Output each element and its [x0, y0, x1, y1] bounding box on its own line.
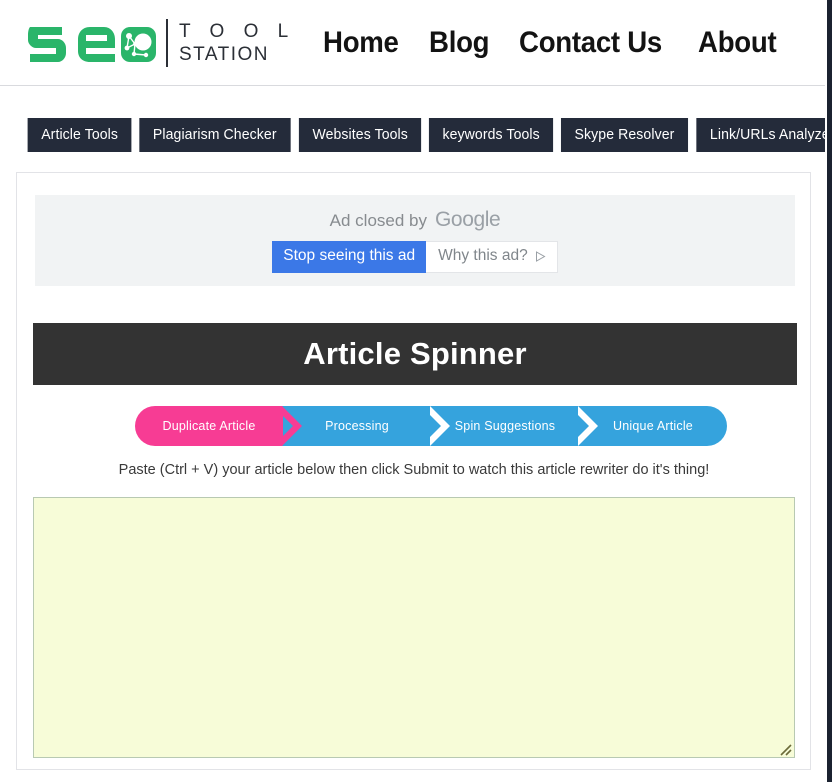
site-header: T O O L STATION Home Blog Contact Us Abo… [0, 0, 827, 86]
ad-slot: Ad closed by Google Stop seeing this ad … [35, 195, 795, 286]
google-logo: Google [435, 208, 501, 232]
site-logo[interactable]: T O O L STATION [22, 15, 295, 71]
step-label: Processing [325, 419, 389, 433]
nav-link-blog[interactable]: Blog [418, 26, 500, 60]
step-unique-article[interactable]: Unique Article [579, 406, 727, 446]
tool-nav-item-skype-resolver[interactable]: Skype Resolver [561, 118, 689, 152]
tool-nav-item-plagiarism-checker[interactable]: Plagiarism Checker [139, 118, 291, 152]
content-card: Ad closed by Google Stop seeing this ad … [16, 172, 811, 770]
ad-closed-label: Ad closed by [329, 211, 427, 231]
tool-nav-item-keywords-tools[interactable]: keywords Tools [429, 118, 554, 152]
nav-link-about[interactable]: About [687, 26, 787, 60]
page-root: T O O L STATION Home Blog Contact Us Abo… [0, 0, 832, 782]
tool-nav-list: Article Tools Plagiarism Checker Website… [26, 118, 832, 152]
step-spin-suggestions[interactable]: Spin Suggestions [431, 406, 599, 446]
tool-nav-item-article-tools[interactable]: Article Tools [27, 118, 132, 152]
logo-wordmark: T O O L STATION [179, 22, 295, 64]
tool-nav-bar: Article Tools Plagiarism Checker Website… [0, 87, 832, 171]
tool-title-bar: Article Spinner [33, 323, 797, 385]
main-navigation: Home Blog Contact Us About [312, 26, 796, 60]
progress-steps: Duplicate Article Processing Spin Sugges… [135, 406, 727, 446]
tool-nav-item-websites-tools[interactable]: Websites Tools [298, 118, 422, 152]
instruction-text: Paste (Ctrl + V) your article below then… [118, 462, 710, 478]
nav-link-home[interactable]: Home [312, 26, 410, 60]
tool-nav-item-link-urls-analyzer[interactable]: Link/URLs Analyzer [696, 118, 832, 152]
step-processing[interactable]: Processing [283, 406, 451, 446]
ad-action-buttons: Stop seeing this ad Why this ad? [272, 241, 558, 273]
logo-divider [166, 18, 168, 67]
adchoices-triangle-icon [535, 251, 546, 262]
why-this-ad-label: Why this ad? [438, 247, 528, 265]
page-right-frame [827, 0, 832, 782]
logo-word-tool: T O O L [179, 20, 296, 42]
seo-logo-mark [28, 26, 156, 62]
article-input-textarea[interactable] [33, 497, 795, 758]
why-this-ad-button[interactable]: Why this ad? [426, 241, 558, 273]
step-label: Duplicate Article [162, 419, 256, 433]
ad-closed-line: Ad closed by Google [330, 208, 501, 232]
page-title: Article Spinner [303, 336, 527, 371]
stop-seeing-this-ad-button[interactable]: Stop seeing this ad [272, 241, 427, 273]
nav-link-contact-us[interactable]: Contact Us [508, 26, 673, 60]
step-label: Spin Suggestions [454, 419, 556, 433]
step-label: Unique Article [613, 419, 693, 433]
step-duplicate-article[interactable]: Duplicate Article [135, 406, 303, 446]
logo-word-station: STATION [179, 43, 270, 65]
